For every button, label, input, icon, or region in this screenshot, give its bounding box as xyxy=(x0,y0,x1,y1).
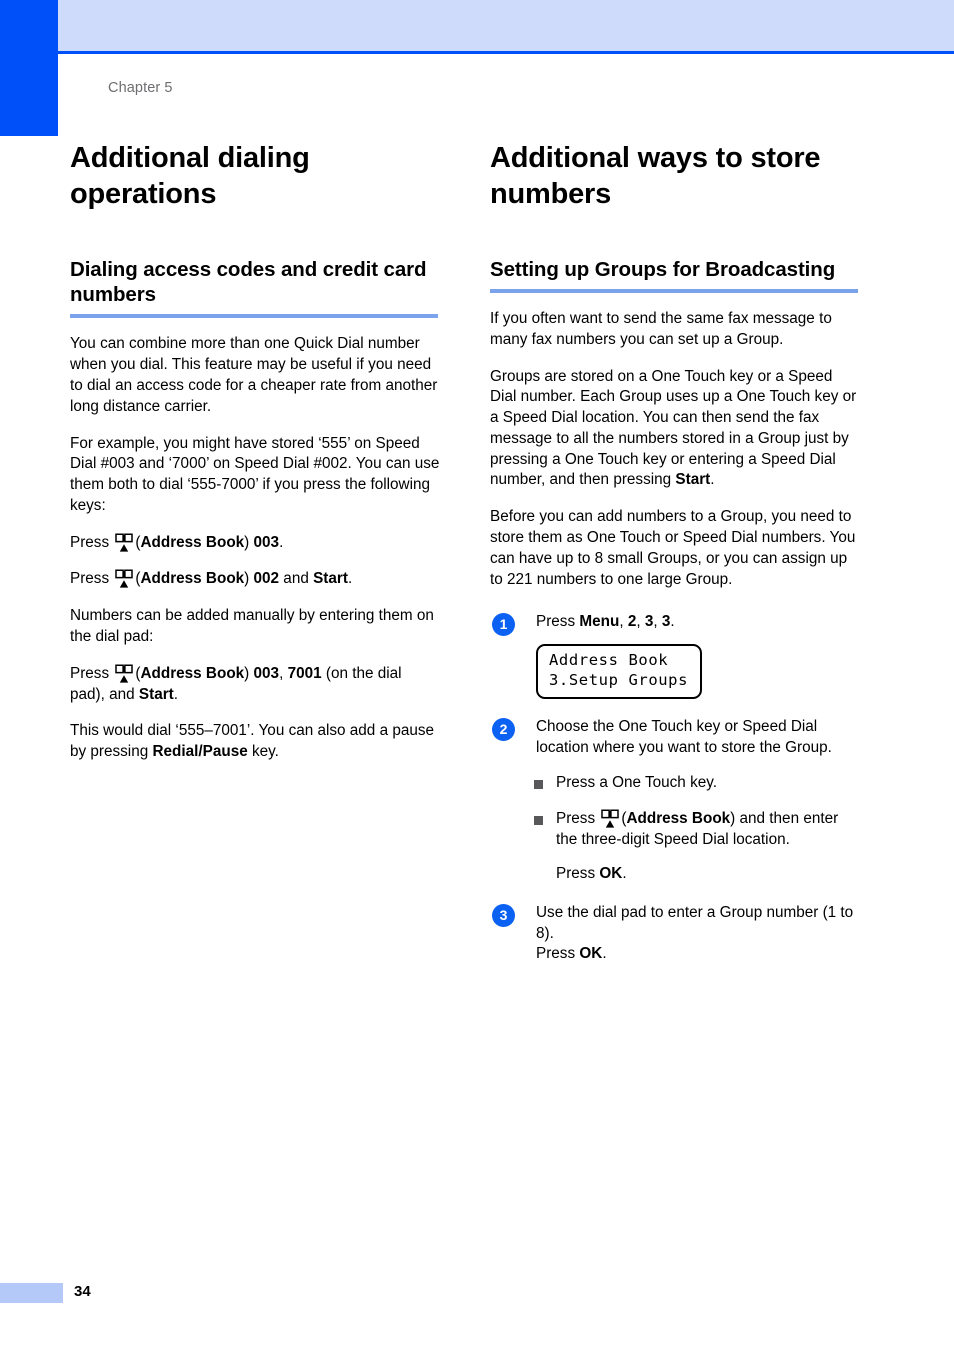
right-section-title: Setting up Groups for Broadcasting xyxy=(490,257,836,281)
bullet-item: Press a One Touch key. xyxy=(534,773,860,794)
menu-key-label: Menu xyxy=(579,613,620,631)
step-number-badge: 2 xyxy=(492,717,515,741)
bullet-item: Press (Address Book) and then enter the … xyxy=(534,809,860,851)
page-number: 34 xyxy=(74,1283,91,1300)
step-3: 3 Use the dial pad to enter a Group numb… xyxy=(490,903,860,965)
bullet-square-icon xyxy=(534,779,543,789)
left-paragraph-3: Numbers can be added manually by enterin… xyxy=(70,607,434,646)
press-period: . xyxy=(347,570,353,588)
press-close-paren: ) xyxy=(244,533,254,551)
right-section-rule xyxy=(490,288,858,293)
key-separator: , xyxy=(619,613,628,631)
address-book-icon xyxy=(115,533,134,552)
start-key-label: Start xyxy=(138,685,174,703)
press-word: Press xyxy=(556,864,600,882)
speed-dial-code: 003 xyxy=(253,533,280,551)
speed-dial-code: 003 xyxy=(253,664,280,682)
chapter-label: Chapter 5 xyxy=(108,80,173,96)
sentence-period: . xyxy=(710,471,715,489)
address-book-label: Address Book xyxy=(140,533,245,551)
press-period: . xyxy=(173,685,178,703)
press-word: Press xyxy=(70,664,114,682)
speed-dial-code: 002 xyxy=(253,570,280,588)
right-paragraph-2: Groups are stored on a One Touch key or … xyxy=(490,367,860,492)
step-3-text-line-2: Press OK. xyxy=(536,944,860,965)
sentence-period: . xyxy=(602,945,607,963)
redial-pause-key-label: Redial/Pause xyxy=(152,743,248,761)
left-press-instruction-3: Press (Address Book) 003, 7001 (on the d… xyxy=(70,664,440,706)
step-number-badge: 3 xyxy=(492,903,515,927)
key-separator: , xyxy=(636,613,645,631)
press-period: . xyxy=(279,533,284,551)
left-paragraph-4: This would dial ‘555–7001’. You can also… xyxy=(70,721,440,763)
address-book-icon xyxy=(601,809,620,828)
step-2: 2 Choose the One Touch key or Speed Dial… xyxy=(490,717,860,759)
bullet-square-icon xyxy=(534,816,543,826)
chapter-tab-block xyxy=(0,0,58,136)
step-1: 1 Press Menu, 2, 3, 3. Address Book 3.Se… xyxy=(490,612,860,699)
lcd-line-2: 3.Setup Groups xyxy=(549,671,689,690)
address-book-icon xyxy=(115,664,134,683)
press-word: Press xyxy=(536,613,580,631)
left-column: Additional dialing operations Dialing ac… xyxy=(70,140,440,763)
key-separator: , xyxy=(653,613,662,631)
sentence-period: . xyxy=(670,613,675,631)
left-press-instruction-2: Press (Address Book) 002 and Start. xyxy=(70,569,440,590)
ok-key-label: OK xyxy=(579,945,603,963)
address-book-icon xyxy=(115,569,134,589)
start-key-label: Start xyxy=(675,471,711,489)
press-close-paren: ) xyxy=(244,570,254,588)
press-word: Press xyxy=(556,810,600,828)
left-section-title: Dialing access codes and credit card num… xyxy=(70,257,427,306)
step-2-bullet-list: Press a One Touch key. Press (Address Bo… xyxy=(490,773,860,885)
lcd-display-box: Address Book 3.Setup Groups xyxy=(536,644,703,699)
procedure-steps: 1 Press Menu, 2, 3, 3. Address Book 3.Se… xyxy=(490,612,860,965)
press-word: Press xyxy=(70,570,114,588)
press-close-paren: ) xyxy=(244,664,254,682)
ok-key-label: OK xyxy=(599,864,623,882)
header-band xyxy=(58,0,954,51)
left-section-rule xyxy=(70,314,438,319)
address-book-label: Address Book xyxy=(626,810,731,828)
left-paragraph-2: For example, you might have stored ‘555’… xyxy=(70,434,440,514)
press-ok-instruction: Press OK. xyxy=(534,864,860,885)
sentence-period: . xyxy=(622,864,627,882)
press-word: Press xyxy=(536,945,580,963)
left-paragraph-1: You can combine more than one Quick Dial… xyxy=(70,335,438,415)
bullet-text: Press a One Touch key. xyxy=(556,773,717,791)
code-separator: , xyxy=(279,664,288,682)
footer-accent-bar xyxy=(0,1283,63,1303)
header-rule xyxy=(58,51,954,54)
step-3-text-line-1: Use the dial pad to enter a Group number… xyxy=(536,903,854,942)
address-book-label: Address Book xyxy=(140,664,245,682)
step-2-text: Choose the One Touch key or Speed Dial l… xyxy=(536,717,832,756)
start-key-label: Start xyxy=(313,570,348,588)
left-press-instruction-1: Press (Address Book) 003. xyxy=(70,533,440,554)
left-chapter-title: Additional dialing operations xyxy=(70,142,310,211)
right-chapter-title: Additional ways to store numbers xyxy=(490,142,821,211)
key-word: key. xyxy=(247,743,279,761)
address-book-label: Address Book xyxy=(140,570,245,588)
right-paragraph-1: If you often want to send the same fax m… xyxy=(490,309,832,348)
press-word: Press xyxy=(70,533,114,551)
step-1-text: Press Menu, 2, 3, 3. xyxy=(536,612,860,633)
right-paragraph-3: Before you can add numbers to a Group, y… xyxy=(490,508,856,588)
conjunction: and xyxy=(279,570,314,588)
dialpad-code: 7001 xyxy=(287,664,322,682)
step-number-badge: 1 xyxy=(492,613,515,637)
groups-description-text: Groups are stored on a One Touch key or … xyxy=(490,367,857,489)
right-column: Additional ways to store numbers Setting… xyxy=(490,140,860,965)
lcd-line-1: Address Book xyxy=(549,651,669,670)
